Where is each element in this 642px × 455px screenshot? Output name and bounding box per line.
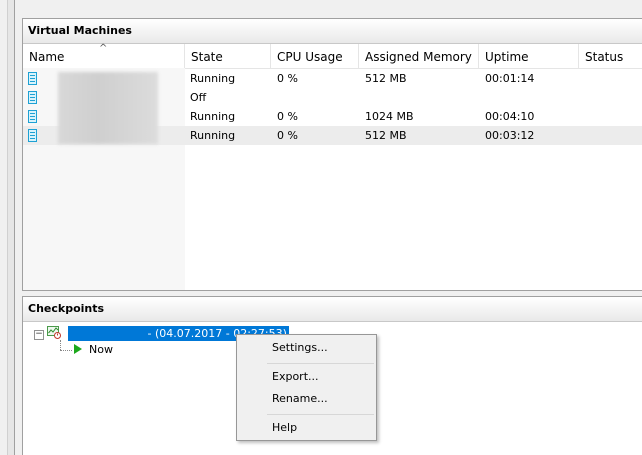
vm-cpu: 0 % xyxy=(277,72,298,85)
vm-cpu: 0 % xyxy=(277,110,298,123)
redacted-vm-names xyxy=(58,72,158,144)
vm-state: Running xyxy=(190,72,236,85)
menu-item-settings[interactable]: Settings... xyxy=(239,338,374,358)
column-header-uptime[interactable]: Uptime xyxy=(479,44,579,68)
checkpoint-icon xyxy=(47,326,61,339)
column-header-name-label: Name xyxy=(29,50,65,64)
vm-state: Off xyxy=(190,91,207,104)
column-header-assigned-memory[interactable]: Assigned Memory xyxy=(359,44,479,68)
play-icon xyxy=(74,344,82,354)
column-header-state[interactable]: State xyxy=(185,44,271,68)
virtual-machines-pane: Virtual Machines Name ^ State CPU Usage … xyxy=(22,18,642,291)
vm-column-headers: Name ^ State CPU Usage Assigned Memory U… xyxy=(23,43,642,69)
vm-memory: 512 MB xyxy=(365,129,407,142)
column-header-name[interactable]: Name ^ xyxy=(23,43,185,68)
vm-icon xyxy=(28,110,37,123)
tree-line xyxy=(60,350,72,351)
column-header-status[interactable]: Status xyxy=(579,44,642,68)
left-scroll-strip xyxy=(0,0,15,455)
left-strip-inner xyxy=(7,0,14,455)
menu-separator xyxy=(267,363,374,364)
vm-uptime: 00:01:14 xyxy=(485,72,535,85)
vm-state: Running xyxy=(190,110,236,123)
column-header-cpu-usage[interactable]: CPU Usage xyxy=(271,44,359,68)
vm-uptime: 00:04:10 xyxy=(485,110,535,123)
virtual-machines-title: Virtual Machines xyxy=(23,19,642,44)
vm-cpu: 0 % xyxy=(277,129,298,142)
menu-separator xyxy=(267,414,374,415)
vm-icon xyxy=(28,91,37,104)
now-item[interactable]: Now xyxy=(89,343,113,356)
vm-icon xyxy=(28,72,37,85)
vm-icon xyxy=(28,129,37,142)
menu-item-rename[interactable]: Rename... xyxy=(239,389,374,409)
tree-line xyxy=(60,340,61,350)
vm-memory: 1024 MB xyxy=(365,110,414,123)
context-menu: Settings... Export... Rename... Help xyxy=(236,334,377,441)
checkpoints-title: Checkpoints xyxy=(23,297,642,322)
vm-memory: 512 MB xyxy=(365,72,407,85)
menu-item-export[interactable]: Export... xyxy=(239,367,374,387)
collapse-tree-icon[interactable]: − xyxy=(34,330,44,340)
sort-ascending-icon: ^ xyxy=(99,43,108,54)
vm-uptime: 00:03:12 xyxy=(485,129,535,142)
menu-item-help[interactable]: Help xyxy=(239,418,374,438)
vm-state: Running xyxy=(190,129,236,142)
